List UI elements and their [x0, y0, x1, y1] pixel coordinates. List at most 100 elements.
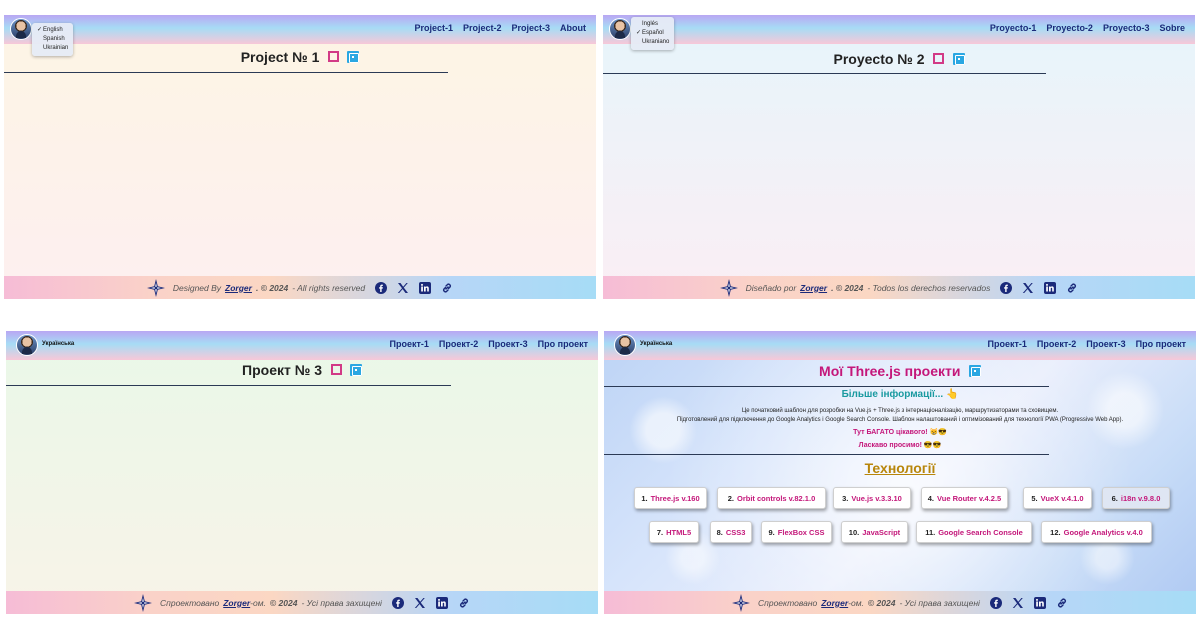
avatar[interactable] [614, 334, 636, 356]
language-dropdown[interactable]: Inglés ✓Español Ukraniano [631, 17, 675, 50]
footer-rights: - Усі права захищені [899, 597, 980, 608]
link-icon[interactable] [1066, 282, 1078, 294]
footer-author-link[interactable]: Zorger [225, 283, 252, 293]
tech-button-orbit-controls[interactable]: 2. Orbit controls v.82.1.0 [717, 487, 826, 509]
selection-icon[interactable] [933, 53, 945, 65]
tech-button-javascript[interactable]: 10. JavaScript [841, 521, 908, 543]
facebook-icon[interactable] [1000, 281, 1013, 294]
footer: Diseñado por Zorger . © 2024 - Todos los… [603, 276, 1195, 299]
x-icon[interactable] [397, 282, 409, 294]
footer-author-link[interactable]: Zorger [800, 283, 827, 293]
language-selector[interactable]: Українська [640, 341, 672, 347]
compass-logo-icon [146, 278, 165, 297]
tech-button-flexbox[interactable]: 9. FlexBox CSS [761, 521, 832, 543]
x-icon[interactable] [1012, 597, 1024, 609]
compass-logo-icon [732, 593, 751, 612]
nav-about[interactable]: About [560, 23, 586, 33]
divider [603, 73, 1046, 74]
facebook-icon[interactable] [375, 281, 388, 294]
footer-author-link[interactable]: Zorger [223, 598, 250, 608]
technologies-heading: Технології [864, 460, 936, 476]
x-icon[interactable] [414, 597, 426, 609]
main-nav: Проект-1 Проект-2 Проект-3 Про проект [988, 339, 1187, 349]
panel-spanish: Proyecto-1 Proyecto-2 Proyecto-3 Sobre I… [603, 15, 1195, 299]
tech-button-css3[interactable]: 8. CSS3 [710, 521, 752, 543]
nav-project-2[interactable]: Project-2 [463, 23, 502, 33]
nav-project-1[interactable]: Project-1 [414, 23, 453, 33]
tech-button-html5[interactable]: 7. HTML5 [649, 521, 699, 543]
nav-project-3[interactable]: Проект-3 [1086, 339, 1125, 349]
selection-icon[interactable] [330, 364, 342, 376]
language-option-spanish[interactable]: Spanish [37, 35, 68, 44]
linkedin-icon[interactable] [1033, 596, 1046, 609]
footer-year: © 2024 [269, 597, 298, 608]
nav-about[interactable]: Про проект [1136, 339, 1186, 349]
footer-year: © 2024 [867, 597, 896, 608]
nav-project-1[interactable]: Proyecto-1 [990, 23, 1037, 33]
footer-name-suffix: -ом. [250, 597, 266, 608]
language-option-english[interactable]: ✓English [37, 26, 68, 35]
panel-english: Project-1 Project-2 Project-3 About ✓Eng… [4, 15, 596, 299]
expand-icon[interactable] [347, 50, 360, 63]
link-icon[interactable] [458, 597, 470, 609]
divider [6, 385, 451, 386]
header: Українська Проект-1 Проект-2 Проект-3 Пр… [604, 331, 1196, 360]
tech-button-threejs[interactable]: 1. Three.js v.160 [634, 487, 707, 509]
nav-project-1[interactable]: Проект-1 [390, 339, 429, 349]
expand-icon[interactable] [952, 52, 965, 65]
footer-prefix: Designed By [172, 282, 222, 293]
avatar[interactable] [10, 18, 32, 40]
linkedin-icon[interactable] [419, 281, 432, 294]
x-icon[interactable] [1022, 282, 1034, 294]
compass-logo-icon [719, 278, 738, 297]
language-selector[interactable]: Українська [42, 341, 74, 347]
linkedin-icon[interactable] [435, 596, 448, 609]
page-title-row: Proyecto № 2 [603, 50, 1195, 72]
description-line-2: Підготовлений для підключення до Google … [676, 417, 1124, 423]
footer: Спроектовано Zorger -ом. © 2024 - Усі пр… [6, 591, 598, 614]
language-option-ukrainian[interactable]: Ukraniano [636, 38, 669, 47]
avatar[interactable] [16, 334, 38, 356]
footer-prefix: Diseñado por [745, 282, 797, 293]
link-icon[interactable] [441, 282, 453, 294]
nav-project-3[interactable]: Проект-3 [488, 339, 527, 349]
tech-button-vuex[interactable]: 5. VueX v.4.1.0 [1023, 487, 1092, 509]
avatar[interactable] [609, 18, 631, 40]
compass-logo-icon [134, 593, 153, 612]
page-title: Proyecto № 2 [833, 50, 925, 67]
facebook-icon[interactable] [391, 596, 404, 609]
more-info-link[interactable]: Більше інформації... 👆 [604, 389, 1196, 400]
page-title: Проект № 3 [242, 361, 323, 378]
nav-project-2[interactable]: Проект-2 [1037, 339, 1076, 349]
nav-project-2[interactable]: Проект-2 [439, 339, 478, 349]
nav-about[interactable]: Sobre [1159, 23, 1185, 33]
main-nav: Project-1 Project-2 Project-3 About [414, 23, 586, 33]
footer-author-link[interactable]: Zorger [821, 598, 848, 608]
expand-icon[interactable] [349, 363, 362, 376]
nav-project-2[interactable]: Proyecto-2 [1046, 23, 1093, 33]
tech-button-vuejs[interactable]: 3. Vue.js v.3.3.10 [833, 487, 911, 509]
tech-button-vue-router[interactable]: 4. Vue Router v.4.2.5 [921, 487, 1008, 509]
tech-button-i18n[interactable]: 6. i18n v.9.8.0 [1102, 487, 1170, 509]
link-icon[interactable] [1056, 597, 1068, 609]
nav-project-3[interactable]: Proyecto-3 [1103, 23, 1150, 33]
divider [4, 72, 448, 73]
nav-project-3[interactable]: Project-3 [511, 23, 550, 33]
footer-rights: - Todos los derechos reservados [867, 282, 991, 293]
header: Українська Проект-1 Проект-2 Проект-3 Пр… [6, 331, 598, 360]
nav-about[interactable]: Про проект [538, 339, 588, 349]
footer: Designed By Zorger . © 2024 - All rights… [4, 276, 596, 299]
linkedin-icon[interactable] [1044, 281, 1057, 294]
nav-project-1[interactable]: Проект-1 [988, 339, 1027, 349]
facebook-icon[interactable] [989, 596, 1002, 609]
grid-icon[interactable] [968, 364, 981, 377]
tech-button-google-analytics[interactable]: 12. Google Analytics v.4.0 [1041, 521, 1152, 543]
language-option-english[interactable]: Inglés [636, 20, 669, 29]
language-option-spanish[interactable]: ✓Español [636, 29, 669, 38]
footer-prefix: Спроектовано [160, 597, 220, 608]
page-title: Project № 1 [240, 48, 320, 65]
tech-button-search-console[interactable]: 11. Google Search Console [916, 521, 1032, 543]
footer-year: . © 2024 [831, 282, 864, 293]
selection-icon[interactable] [327, 51, 339, 63]
main-nav: Проект-1 Проект-2 Проект-3 Про проект [390, 339, 589, 349]
